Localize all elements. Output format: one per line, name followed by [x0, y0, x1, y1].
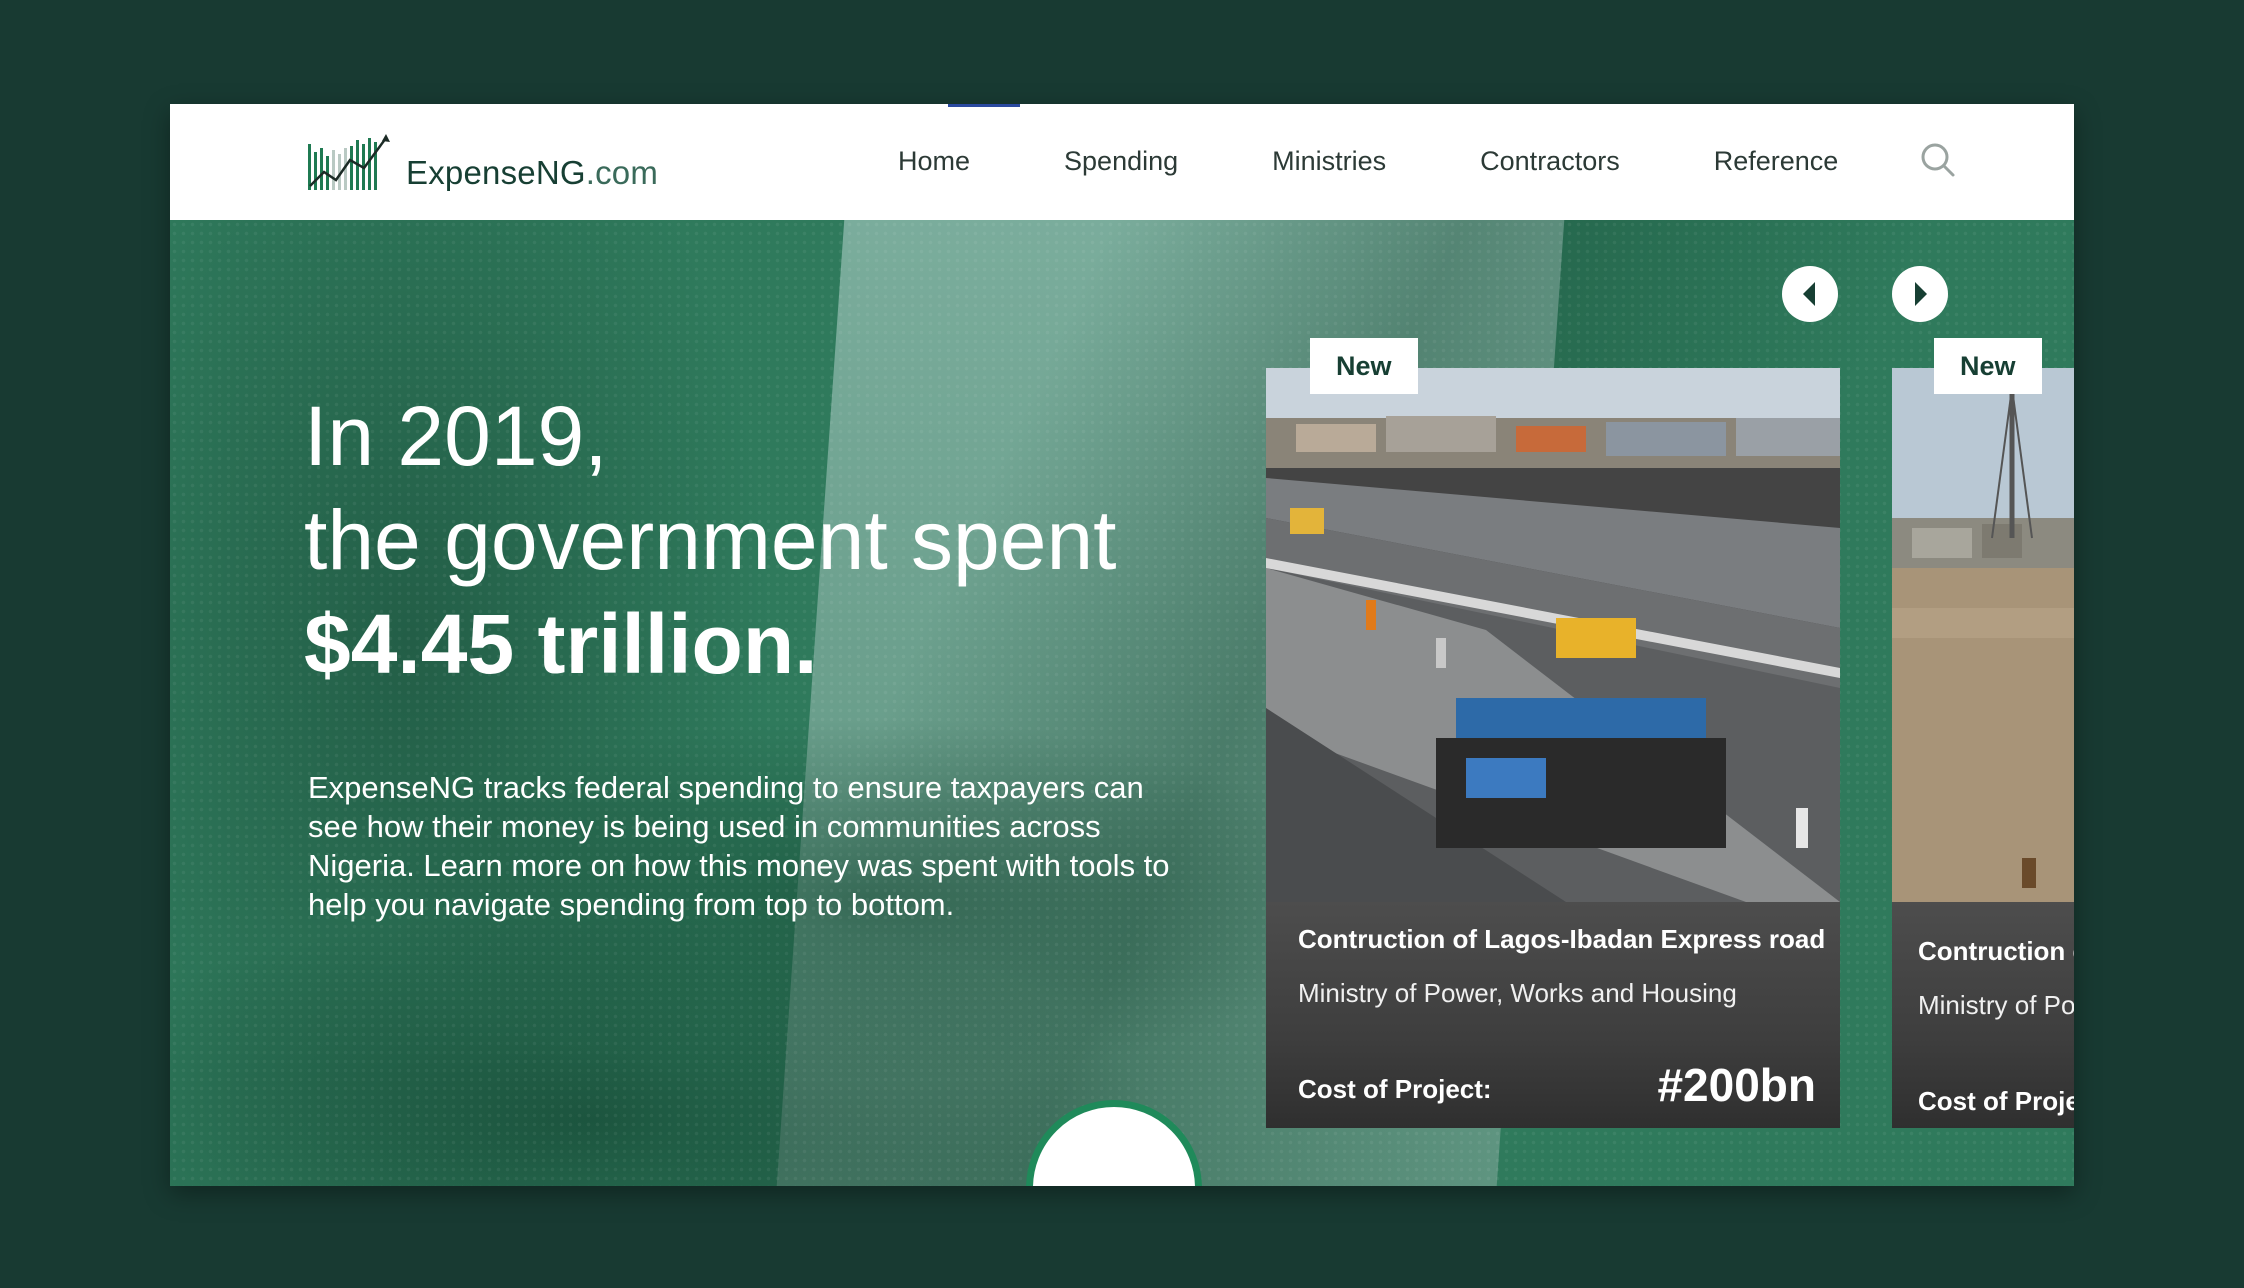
- carousel-next-button[interactable]: [1892, 266, 1948, 322]
- project-card[interactable]: Contruction c Ministry of Po Cost of Pro…: [1892, 368, 2074, 1128]
- new-badge: New: [1310, 338, 1418, 394]
- project-photo-road: [1266, 368, 1840, 902]
- chevron-right-icon: [1915, 282, 1927, 306]
- project-title: Contruction c: [1918, 936, 2074, 966]
- hero-section: In 2019, the government spent $4.45 tril…: [170, 220, 2074, 1186]
- logo-domain: .com: [585, 154, 659, 191]
- nav-contractors[interactable]: Contractors: [1480, 146, 1620, 177]
- headline-amount: $4.45 trillion.: [304, 597, 818, 691]
- hero-headline: In 2019, the government spent $4.45 tril…: [304, 384, 1117, 696]
- headline-line-1: In 2019,: [304, 389, 608, 483]
- site-logo[interactable]: ExpenseNG.com: [306, 132, 658, 192]
- project-card-info: Contruction c Ministry of Po Cost of Pro…: [1892, 902, 2074, 1128]
- bar-chart-growth-icon: [308, 134, 390, 190]
- project-ministry: Ministry of Power, Works and Housing: [1298, 978, 1737, 1008]
- new-badge: New: [1934, 338, 2042, 394]
- project-cost-label: Cost of Projec: [1918, 1086, 2074, 1116]
- project-ministry: Ministry of Po: [1918, 990, 2074, 1020]
- headline-line-2: the government spent: [304, 493, 1117, 587]
- logo-name: ExpenseNG: [406, 154, 586, 191]
- browser-frame: ExpenseNG.com Home Spending Ministries C…: [170, 104, 2074, 1186]
- search-button[interactable]: [1918, 140, 1958, 180]
- hero-intro-text: ExpenseNG tracks federal spending to ens…: [308, 770, 1170, 922]
- chevron-left-icon: [1803, 282, 1815, 306]
- nav-home[interactable]: Home: [898, 146, 970, 177]
- nav-reference[interactable]: Reference: [1714, 146, 1839, 177]
- project-card-info: Contruction of Lagos-Ibadan Express road…: [1266, 902, 1840, 1128]
- nav-spending[interactable]: Spending: [1064, 146, 1178, 177]
- carousel-prev-button[interactable]: [1782, 266, 1838, 322]
- project-photo-river: [1892, 368, 2074, 902]
- nav-active-indicator: [948, 104, 1020, 107]
- main-nav: Home Spending Ministries Contractors Ref…: [898, 146, 1932, 177]
- site-header: ExpenseNG.com Home Spending Ministries C…: [170, 104, 2074, 220]
- nav-ministries[interactable]: Ministries: [1272, 146, 1386, 177]
- project-cost-value: #200bn: [1657, 1059, 1816, 1111]
- search-icon: [1921, 143, 1955, 177]
- project-card[interactable]: Contruction of Lagos-Ibadan Express road…: [1266, 368, 1840, 1128]
- project-cost-label: Cost of Project:: [1298, 1074, 1492, 1104]
- project-title: Contruction of Lagos-Ibadan Express road: [1298, 924, 1826, 954]
